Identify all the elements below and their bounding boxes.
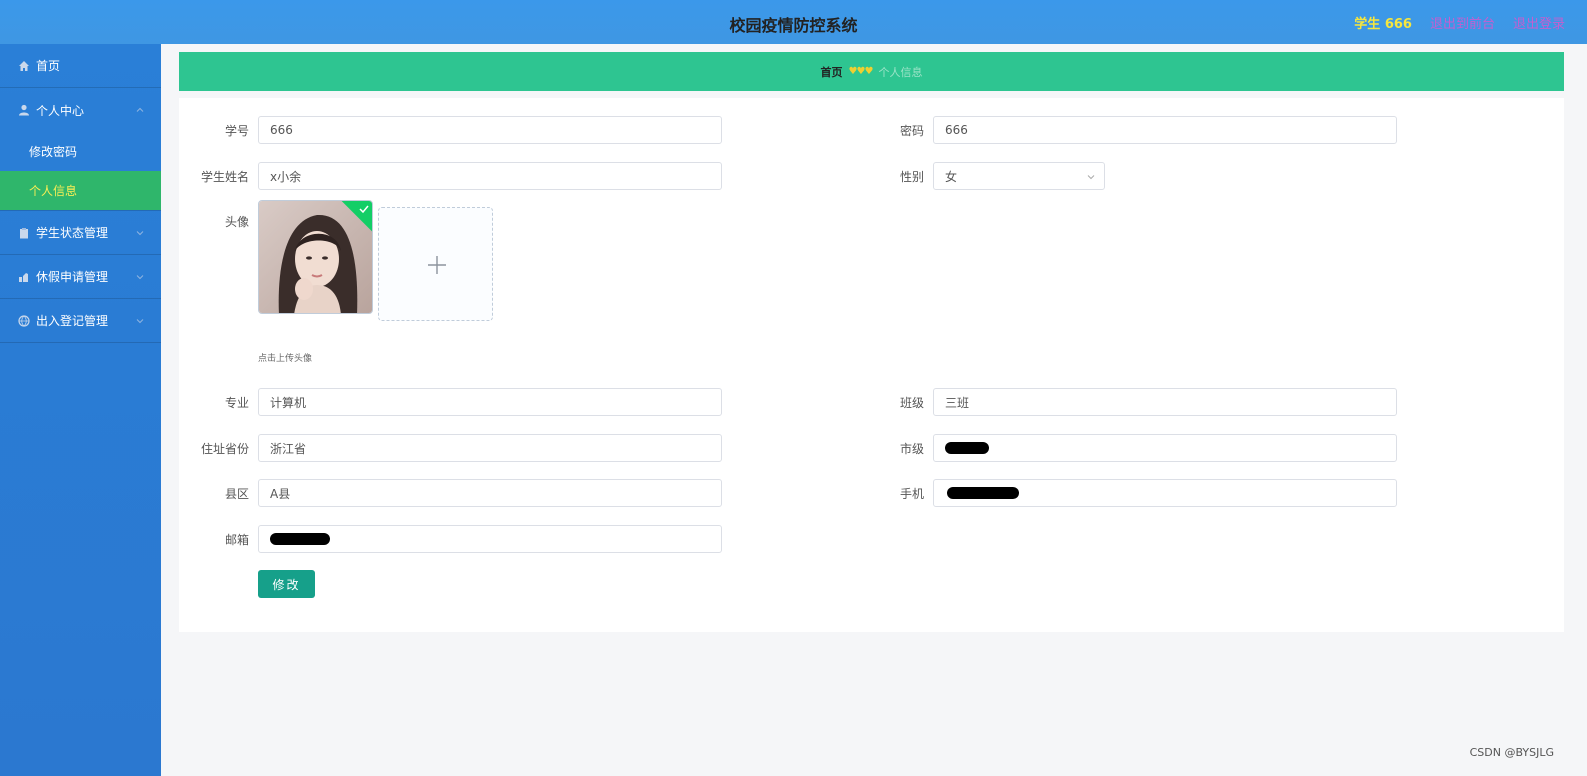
header-user-area: 学生 666 退出到前台 退出登录 (1354, 13, 1565, 32)
avatar-label: 头像 (224, 215, 249, 229)
class-label: 班级 (899, 396, 924, 410)
current-user: 学生 666 (1354, 17, 1412, 32)
modify-button[interactable]: 修改 (258, 570, 315, 598)
user-icon (19, 104, 29, 116)
system-title: 校园疫情防控系统 (729, 16, 858, 35)
top-header: 校园疫情防控系统 学生 666 退出到前台 退出登录 (0, 0, 1587, 44)
sidebar-item-student-status[interactable]: 学生状态管理 (0, 211, 161, 255)
class-input[interactable]: 三班 (933, 388, 1397, 416)
phone-label: 手机 (899, 487, 924, 501)
city-input[interactable] (933, 434, 1397, 462)
sidebar-item-personal-center[interactable]: 个人中心 (0, 88, 161, 132)
city-label: 市级 (899, 442, 924, 456)
name-input[interactable]: x小余 (258, 162, 722, 190)
province-input[interactable]: 浙江省 (258, 434, 722, 462)
avatar-upload-tip: 点击上传头像 (258, 354, 313, 364)
sidebar-item-change-password[interactable]: 修改密码 (0, 132, 161, 171)
watermark: CSDN @BYSJLG (1469, 746, 1554, 759)
personal-info-form: 学号 666 密码 666 学生姓名 x小余 性别 女 头像 点击上传头像 专业… (179, 98, 1564, 632)
avatar-image[interactable] (258, 200, 373, 314)
phone-input[interactable] (933, 479, 1397, 507)
breadcrumb-separator: ♥♥♥ (848, 66, 874, 77)
county-input[interactable]: A县 (258, 479, 722, 507)
breadcrumb-home[interactable]: 首页 (821, 64, 843, 80)
email-input[interactable] (258, 525, 722, 553)
major-value: 计算机 (270, 395, 307, 410)
sidebar-item-label: 学生状态管理 (36, 226, 109, 240)
sidebar-item-label: 个人中心 (36, 103, 85, 118)
chevron-down-icon (136, 319, 144, 324)
province-value: 浙江省 (270, 441, 307, 456)
sidebar-item-entry-exit[interactable]: 出入登记管理 (0, 299, 161, 343)
student-id-value: 666 (270, 123, 293, 137)
clipboard-icon (20, 227, 28, 238)
sidebar-menu: 首页 个人中心 修改密码 个人信息 学生状态管理 休假申请管理 出入登记管理 (0, 44, 161, 776)
home-icon (19, 60, 29, 71)
plus-icon (428, 256, 446, 274)
sidebar-item-label: 休假申请管理 (36, 270, 109, 284)
personal-center-group: 个人中心 修改密码 个人信息 (0, 88, 161, 211)
password-input[interactable]: 666 (933, 116, 1397, 144)
globe-icon (18, 314, 30, 327)
student-id-label: 学号 (224, 124, 249, 138)
redacted-city (945, 442, 989, 454)
check-icon (359, 205, 369, 214)
sidebar-item-personal-info[interactable]: 个人信息 (0, 171, 161, 210)
class-value: 三班 (945, 395, 970, 410)
major-input[interactable]: 计算机 (258, 388, 722, 416)
gender-select[interactable]: 女 (933, 162, 1105, 190)
major-label: 专业 (224, 396, 249, 410)
avatar-upload-button[interactable] (378, 207, 493, 321)
sidebar-item-label: 出入登记管理 (36, 314, 109, 328)
redacted-email (270, 533, 330, 545)
password-value: 666 (945, 123, 968, 137)
gender-value: 女 (945, 169, 958, 184)
chevron-up-icon (136, 107, 144, 112)
student-id-input[interactable]: 666 (258, 116, 722, 144)
chevron-down-icon (136, 231, 144, 236)
sidebar-item-leave-request[interactable]: 休假申请管理 (0, 255, 161, 299)
chevron-down-icon (1087, 175, 1095, 180)
name-value: x小余 (270, 169, 302, 184)
sidebar-item-home[interactable]: 首页 (0, 44, 161, 88)
password-label: 密码 (899, 124, 924, 138)
redacted-phone (947, 487, 1019, 499)
breadcrumb: 首页 ♥♥♥ 个人信息 (179, 52, 1564, 91)
exit-to-front-link[interactable]: 退出到前台 (1430, 13, 1495, 32)
logout-link[interactable]: 退出登录 (1513, 13, 1565, 32)
email-label: 邮箱 (224, 533, 249, 547)
avatar-portrait (259, 201, 372, 313)
county-value: A县 (270, 486, 291, 501)
sidebar-item-label: 首页 (36, 59, 61, 73)
gender-label: 性别 (899, 170, 924, 184)
county-label: 县区 (224, 487, 249, 501)
chevron-down-icon (136, 275, 144, 280)
vacation-icon (19, 272, 28, 282)
province-label: 住址省份 (200, 442, 249, 456)
breadcrumb-current: 个人信息 (878, 65, 923, 79)
name-label: 学生姓名 (200, 170, 249, 184)
